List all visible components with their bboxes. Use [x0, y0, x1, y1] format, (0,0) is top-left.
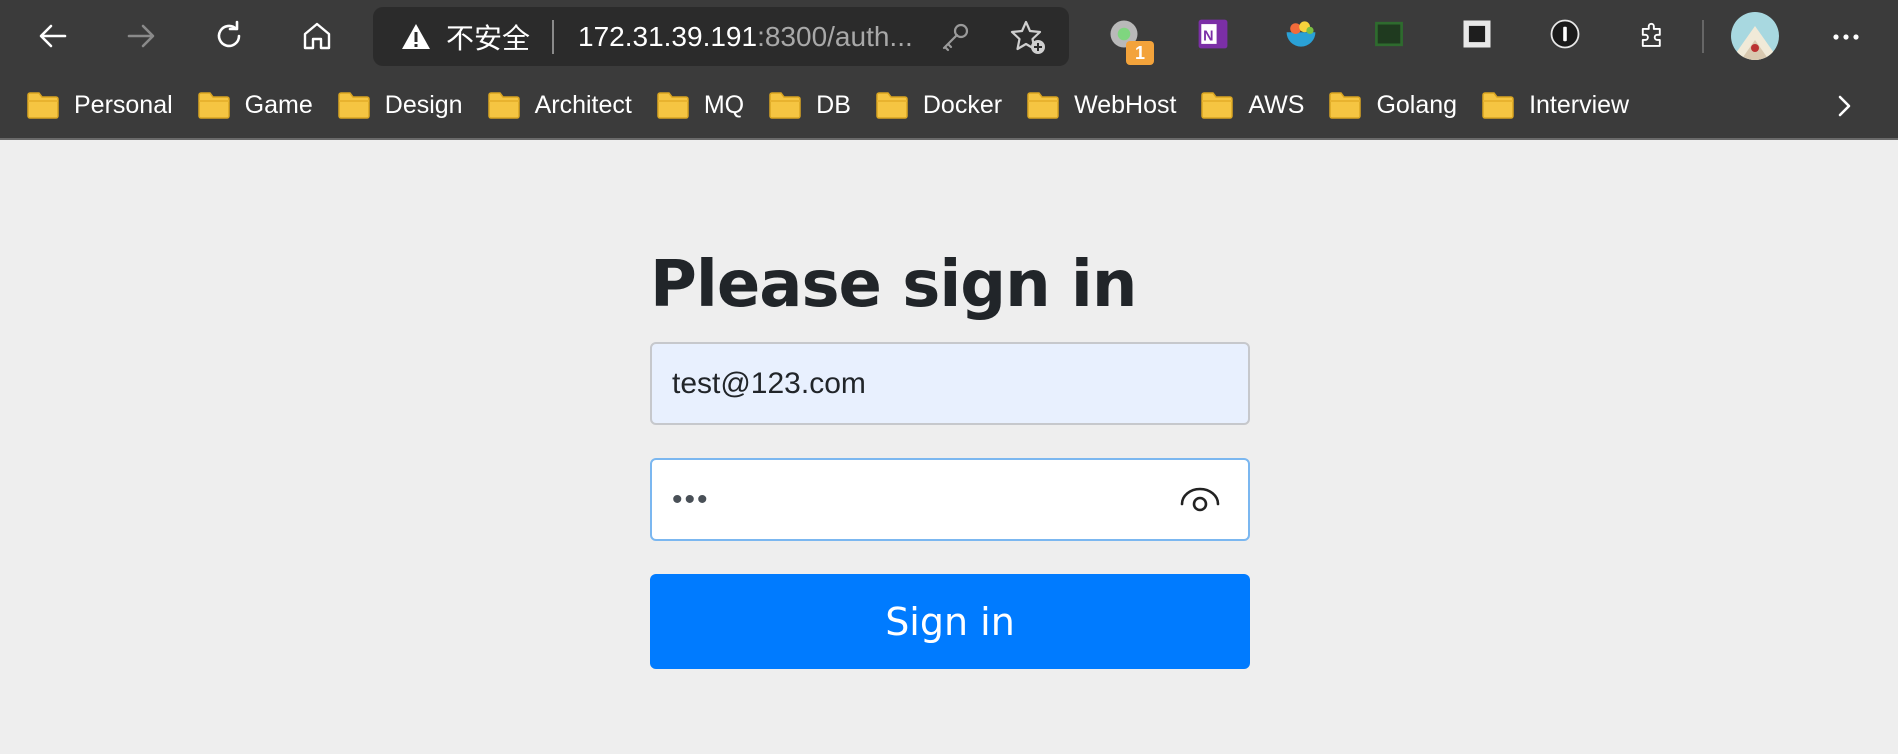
address-divider [552, 19, 555, 54]
sign-in-button[interactable]: Sign in [650, 574, 1250, 669]
folder-icon [27, 92, 59, 119]
bookmark-folder-docker[interactable]: Docker [863, 82, 1014, 128]
bookmark-label: Architect [534, 90, 632, 119]
bookmark-label: AWS [1248, 90, 1305, 119]
bookmark-folder-webhost[interactable]: WebHost [1014, 82, 1188, 128]
more-options-button[interactable] [1823, 14, 1869, 60]
back-button[interactable] [27, 10, 79, 62]
forward-button[interactable] [115, 10, 167, 62]
back-arrow-icon [39, 24, 67, 48]
screen-capture-icon[interactable] [1369, 14, 1409, 54]
url-host: 172.31.39.191 [578, 20, 758, 52]
bookmark-folder-db[interactable]: DB [756, 82, 863, 128]
browser-chrome: 不安全 172.31.39.191:8300/auth... 1 N Perso… [0, 0, 1898, 140]
password-manager-icon[interactable] [1545, 14, 1585, 54]
square-frame-icon[interactable] [1457, 14, 1497, 54]
toolbar-separator [1702, 20, 1704, 53]
folder-icon [769, 92, 801, 119]
bookmark-label: Golang [1376, 90, 1458, 119]
colorful-bowl-icon[interactable] [1281, 14, 1321, 54]
bookmark-label: Game [244, 90, 313, 119]
extension-badge: 1 [1126, 41, 1154, 65]
bookmark-folder-design[interactable]: Design [325, 82, 475, 128]
bookmark-label: MQ [703, 90, 745, 119]
forward-arrow-icon [127, 24, 155, 48]
folder-icon [338, 92, 370, 119]
chevron-right-icon[interactable] [1830, 92, 1858, 120]
folder-icon [876, 92, 908, 119]
page-title: Please sign in [650, 248, 1137, 322]
password-field[interactable]: ••• [650, 458, 1250, 541]
bookmark-label: Interview [1529, 90, 1630, 119]
folder-icon [487, 92, 520, 119]
onenote-icon[interactable]: N [1193, 14, 1233, 54]
password-masked-value: ••• [672, 482, 710, 516]
bookmark-label: Design [384, 90, 463, 119]
bookmark-folder-architect[interactable]: Architect [475, 82, 644, 128]
key-icon[interactable] [938, 20, 972, 54]
folder-icon [1329, 92, 1362, 119]
refresh-button[interactable] [203, 10, 255, 62]
bookmark-folder-game[interactable]: Game [185, 82, 325, 128]
bookmark-folder-personal[interactable]: Personal [14, 82, 185, 128]
folder-icon [197, 92, 230, 119]
bookmark-folder-golang[interactable]: Golang [1316, 82, 1469, 128]
eye-icon[interactable] [1178, 484, 1222, 516]
bookmark-label: DB [816, 90, 851, 119]
bookmark-label: Docker [922, 90, 1003, 119]
bookmark-label: Personal [74, 90, 173, 119]
login-page: Please sign in test@123.com ••• Sign in [0, 140, 1898, 754]
bookmark-folder-interview[interactable]: Interview [1469, 82, 1641, 128]
email-field[interactable]: test@123.com [650, 342, 1250, 425]
profile-avatar[interactable] [1731, 12, 1779, 60]
folder-icon [657, 92, 689, 119]
warning-icon[interactable] [400, 21, 432, 53]
bookmarks-bar: Personal Game Design Architect MQ DB Docker Web… [0, 72, 1898, 140]
bookmark-label: WebHost [1074, 90, 1177, 119]
bookmark-folder-mq[interactable]: MQ [644, 82, 756, 128]
address-bar[interactable]: 不安全 172.31.39.191:8300/auth... [373, 7, 1069, 66]
security-label[interactable]: 不安全 [446, 17, 530, 57]
folder-icon [1482, 92, 1514, 119]
url-path: :8300/auth... [757, 20, 913, 52]
add-favorite-icon[interactable] [1009, 18, 1047, 56]
url-text[interactable]: 172.31.39.191:8300/auth... [578, 21, 913, 53]
refresh-icon [217, 20, 241, 48]
folder-icon [1201, 92, 1234, 119]
extensions-puzzle-icon[interactable] [1633, 14, 1673, 54]
bookmark-folder-aws[interactable]: AWS [1188, 82, 1316, 128]
more-dots-icon [1833, 34, 1859, 40]
browser-toolbar: 不安全 172.31.39.191:8300/auth... 1 N [0, 0, 1898, 72]
svg-text:N: N [1203, 28, 1213, 44]
home-button[interactable] [291, 10, 343, 62]
folder-icon [1027, 92, 1059, 119]
home-icon [303, 22, 331, 50]
